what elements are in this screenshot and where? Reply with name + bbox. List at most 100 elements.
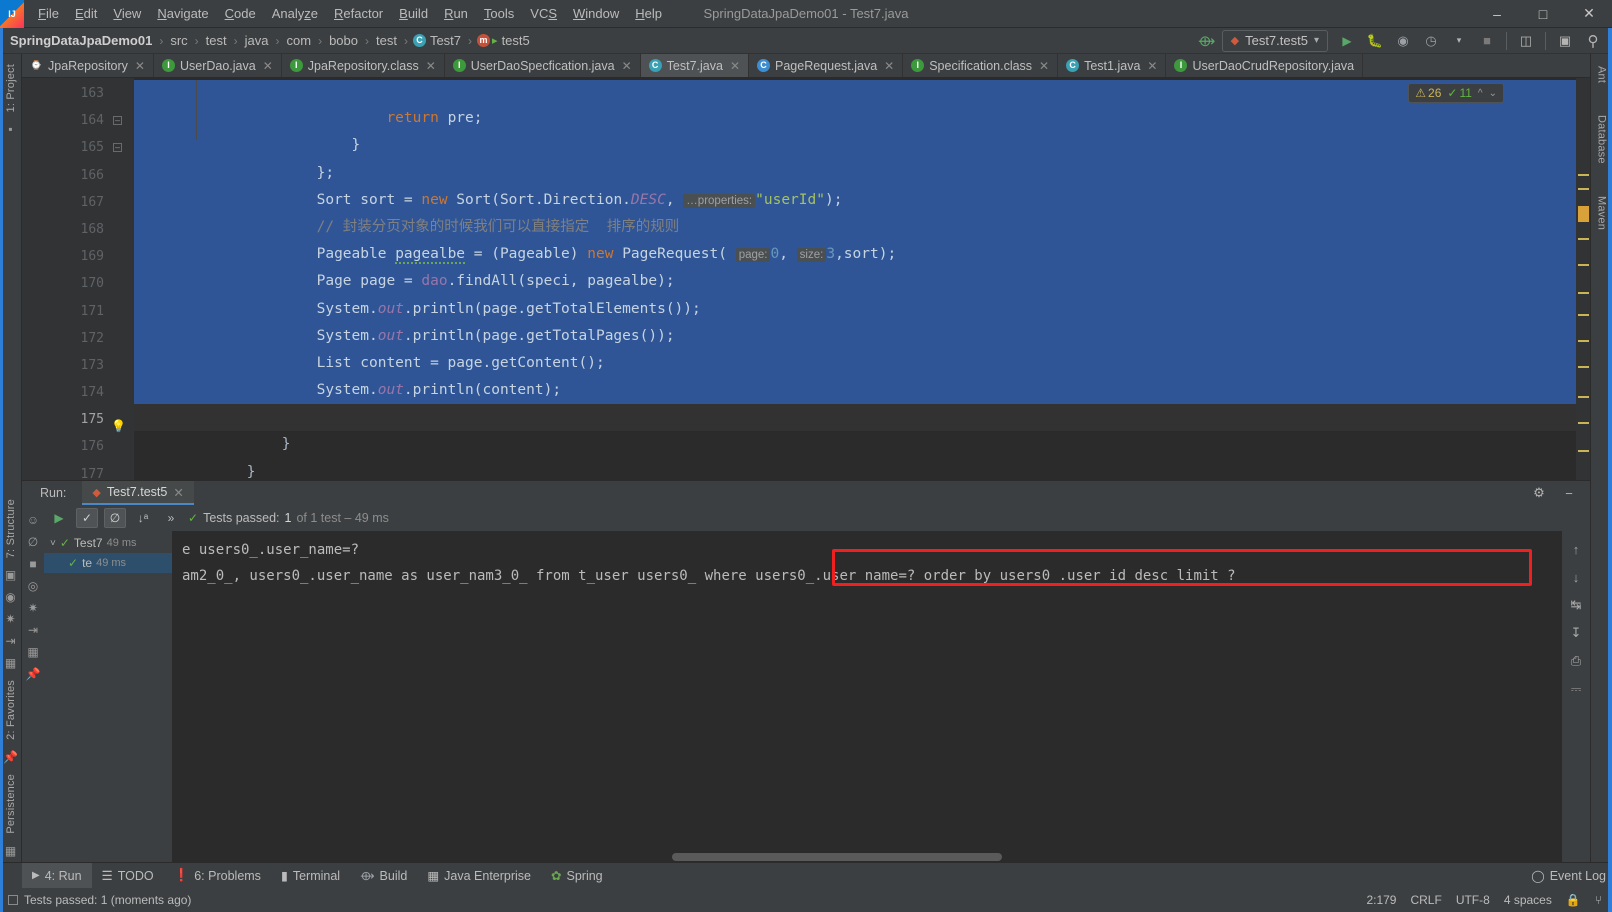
gear-icon[interactable]: ⚙: [1526, 482, 1552, 504]
test-tree-row-class[interactable]: ˅ ✓ Test7 49 ms: [44, 533, 172, 553]
suppress-icon[interactable]: ∅: [22, 531, 44, 553]
menu-help[interactable]: Help: [627, 2, 670, 26]
sidebar-item-project[interactable]: 1: Project: [5, 58, 17, 118]
sidebar-item-maven[interactable]: Maven: [1596, 190, 1608, 236]
editor-tab-pagerequest-java[interactable]: C PageRequest.java ✕: [749, 54, 904, 77]
expand-toolbar-icon[interactable]: »: [160, 508, 182, 528]
clear-all-icon[interactable]: ⎓: [1564, 677, 1588, 701]
editor-markup-scrollbar[interactable]: [1576, 78, 1590, 480]
menu-analyze[interactable]: Analyze: [264, 2, 326, 26]
test-results-tree[interactable]: ˅ ✓ Test7 49 ms ✓ te 49 ms: [44, 531, 172, 862]
rerun-button[interactable]: ▶: [48, 508, 70, 528]
editor-tab-userdaocrudrepository-java[interactable]: I UserDaoCrudRepository.java: [1166, 54, 1364, 77]
camera-icon[interactable]: ◉: [0, 586, 22, 608]
soft-wrap-icon[interactable]: ↹: [1564, 593, 1588, 617]
editor-tab-jparepository-class[interactable]: I JpaRepository.class ✕: [282, 54, 445, 77]
tool-window-terminal[interactable]: ▮ Terminal: [271, 863, 350, 889]
pin-icon[interactable]: 📌: [22, 663, 44, 685]
menu-view[interactable]: View: [105, 2, 149, 26]
close-icon[interactable]: ✕: [1039, 59, 1049, 73]
close-icon[interactable]: ✕: [730, 59, 740, 73]
screenshot-icon[interactable]: ◎: [22, 575, 44, 597]
chevron-down-icon[interactable]: ▾: [1446, 30, 1472, 52]
print-icon[interactable]: ⎙: [1564, 649, 1588, 673]
editor-text-area[interactable]: return pre; } }; Sort sort = new Sort(So…: [134, 78, 1576, 480]
menu-window[interactable]: Window: [565, 2, 627, 26]
menu-code[interactable]: Code: [217, 2, 264, 26]
select-opened-file-button[interactable]: ▣: [1552, 30, 1578, 52]
menu-refactor[interactable]: Refactor: [326, 2, 391, 26]
test-tree-row-method[interactable]: ✓ te 49 ms: [44, 553, 172, 573]
menu-file[interactable]: File: [30, 2, 67, 26]
scrollbar-thumb[interactable]: [672, 853, 1002, 861]
breadcrumb-java[interactable]: java: [243, 33, 271, 48]
inspection-widget[interactable]: ⚠ 26 ✓ 11 ^ ⌄: [1408, 83, 1504, 103]
update-project-button[interactable]: ◫: [1513, 30, 1539, 52]
grid-icon[interactable]: ▦: [0, 652, 22, 674]
sidebar-item-database[interactable]: Database: [1596, 109, 1608, 170]
run-configuration-selector[interactable]: ◆ Test7.test5 ▾: [1221, 29, 1328, 52]
menu-run[interactable]: Run: [436, 2, 476, 26]
breadcrumb-project[interactable]: SpringDataJpaDemo01: [8, 33, 154, 48]
import-icon[interactable]: ⇥: [0, 630, 22, 652]
minimize-icon[interactable]: −: [1556, 482, 1582, 504]
up-stacktrace-icon[interactable]: ↑: [1564, 537, 1588, 561]
run-console-output[interactable]: e users0_.user_name=? am2_0_, users0_.us…: [172, 531, 1562, 862]
editor-tab-specification-class[interactable]: I Specification.class ✕: [903, 54, 1059, 77]
tool-window-build[interactable]: ⟴ Build: [350, 863, 417, 889]
tool-window-run[interactable]: ▶ 4: Run: [22, 862, 92, 889]
menu-tools[interactable]: Tools: [476, 2, 522, 26]
sidebar-item-ant[interactable]: Ant: [1596, 60, 1608, 89]
code-editor[interactable]: 163 164 – 165 – 166 167 168 169 170 171: [22, 78, 1590, 480]
build-variants-icon[interactable]: ✷: [0, 608, 22, 630]
menu-edit[interactable]: Edit: [67, 2, 105, 26]
breadcrumb-src[interactable]: src: [168, 33, 189, 48]
show-passed-toggle[interactable]: ✓: [76, 508, 98, 528]
export-icon[interactable]: ✷: [22, 597, 44, 619]
console-horizontal-scrollbar[interactable]: [172, 852, 1562, 862]
close-icon[interactable]: ✕: [622, 59, 632, 73]
breadcrumb-test[interactable]: test: [204, 33, 229, 48]
code-fold-icon[interactable]: –: [113, 116, 122, 126]
breadcrumb-method-test5[interactable]: test5: [498, 33, 532, 48]
line-separator[interactable]: CRLF: [1410, 893, 1441, 907]
profiler-button[interactable]: ◷: [1418, 30, 1444, 52]
menu-navigate[interactable]: Navigate: [149, 2, 216, 26]
event-log-group[interactable]: ◯ Event Log: [1531, 869, 1612, 883]
maximize-button[interactable]: □: [1520, 0, 1566, 28]
breadcrumb-com[interactable]: com: [285, 33, 314, 48]
close-icon[interactable]: ✕: [1147, 59, 1157, 73]
import-icon[interactable]: ⇥: [22, 619, 44, 641]
sidebar-item-favorites[interactable]: 2: Favorites: [5, 674, 17, 746]
chevron-up-icon[interactable]: ^: [1478, 88, 1483, 99]
editor-tab-userdaospecfication-java[interactable]: I UserDaoSpecfication.java ✕: [445, 54, 641, 77]
menu-build[interactable]: Build: [391, 2, 436, 26]
close-icon[interactable]: ✕: [173, 485, 183, 500]
sidebar-item-structure[interactable]: 7: Structure: [5, 493, 17, 564]
search-everywhere-button[interactable]: ⚲: [1580, 30, 1606, 52]
close-icon[interactable]: ✕: [426, 59, 436, 73]
stop-button[interactable]: ■: [1474, 30, 1500, 52]
close-button[interactable]: ✕: [1566, 0, 1612, 28]
code-fold-icon[interactable]: –: [113, 143, 122, 153]
editor-tab-test7-java[interactable]: C Test7.java ✕: [640, 54, 749, 77]
branch-icon[interactable]: ⑂: [1595, 893, 1602, 907]
breadcrumb-bobo[interactable]: bobo: [327, 33, 360, 48]
tool-window-todo[interactable]: ☰ TODO: [92, 863, 164, 889]
editor-tab-test1-java[interactable]: C Test1.java ✕: [1058, 54, 1167, 77]
scroll-to-end-icon[interactable]: ↧: [1564, 621, 1588, 645]
minimize-button[interactable]: –: [1474, 0, 1520, 28]
indent-setting[interactable]: 4 spaces: [1504, 893, 1552, 907]
pin-icon[interactable]: 📌: [0, 746, 22, 768]
stop-icon[interactable]: ■: [22, 553, 44, 575]
menu-vcs[interactable]: VCS: [522, 2, 565, 26]
show-ignored-toggle[interactable]: ∅: [104, 508, 126, 528]
breadcrumb-test-pkg[interactable]: test: [374, 33, 399, 48]
persistence-icon[interactable]: ▦: [0, 840, 22, 862]
down-stacktrace-icon[interactable]: ↓: [1564, 565, 1588, 589]
editor-gutter[interactable]: 163 164 – 165 – 166 167 168 169 170 171: [22, 78, 134, 480]
hammer-icon[interactable]: ⟴: [1194, 30, 1220, 52]
project-folder-icon[interactable]: ▪: [0, 118, 22, 140]
run-tab-test7-test5[interactable]: ◆ Test7.test5 ✕: [82, 481, 194, 505]
editor-tab-jparepository[interactable]: ⌚ JpaRepository ✕: [22, 54, 154, 77]
